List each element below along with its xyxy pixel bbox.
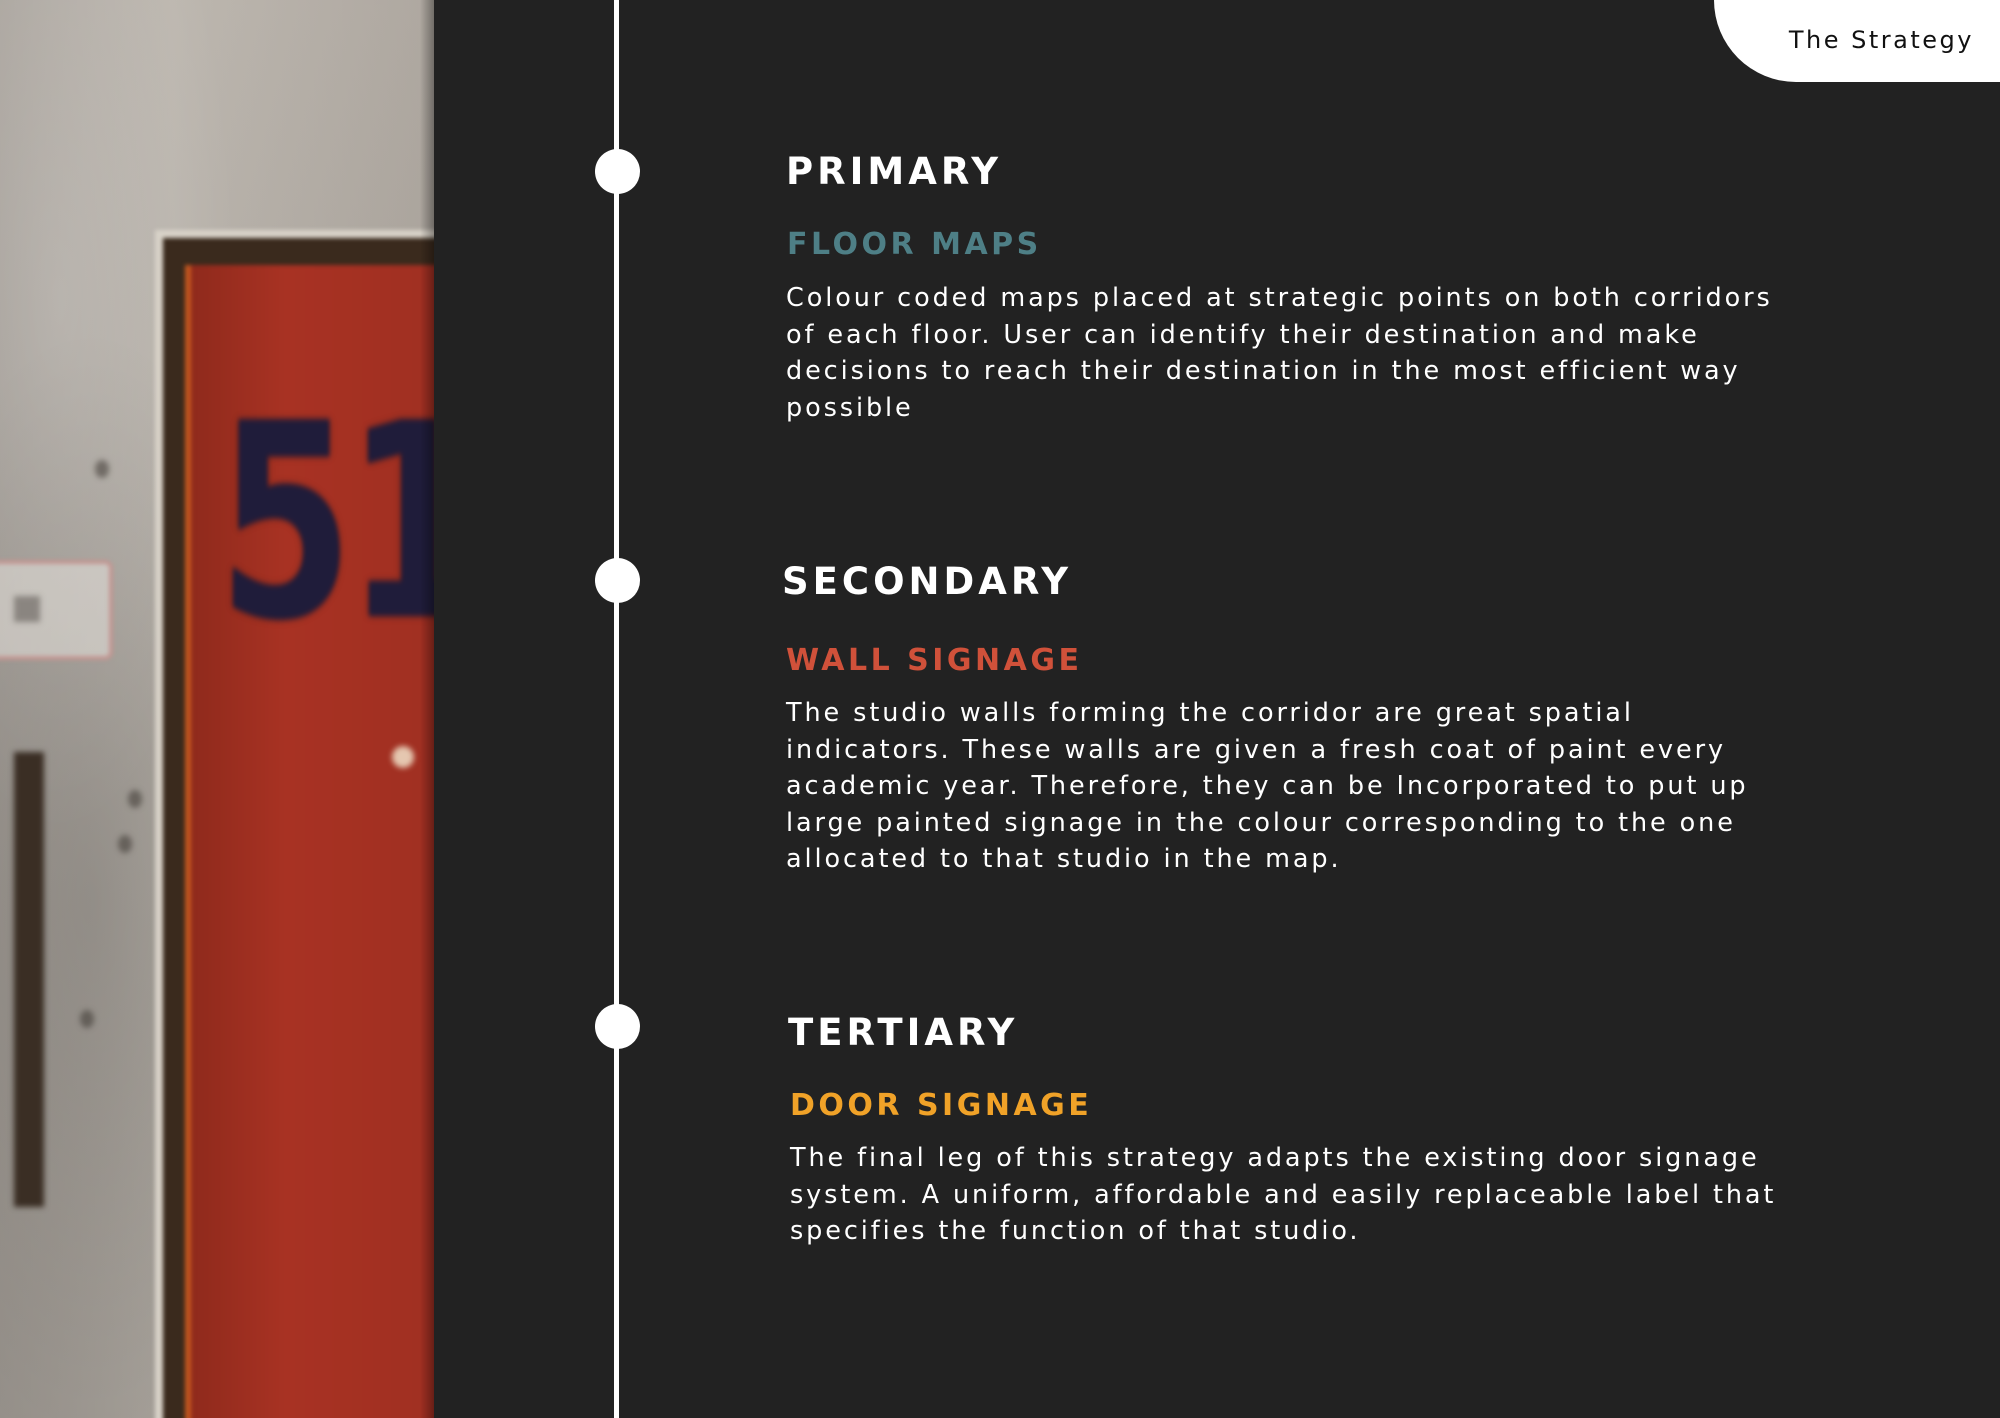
wall-mark xyxy=(118,835,132,853)
tier-title: PRIMARY xyxy=(786,150,1003,193)
section-tertiary: TERTIARY xyxy=(788,1014,1788,1051)
section-heading: WALL SIGNAGE xyxy=(786,643,1083,678)
section-heading: FLOOR MAPS xyxy=(787,227,1042,262)
timeline-dot-tertiary xyxy=(595,1004,640,1049)
wall-mark xyxy=(128,790,142,808)
timeline-dot-secondary xyxy=(595,558,640,603)
timeline-line xyxy=(614,0,619,1418)
section-secondary: SECONDARY xyxy=(782,563,1782,600)
section-body: The studio walls forming the corridor ar… xyxy=(786,698,1749,874)
section-body: Colour coded maps placed at strategic po… xyxy=(786,283,1773,423)
photo-edge-shadow xyxy=(420,0,434,1418)
door-photo: 51 xyxy=(0,0,434,1418)
section-primary: PRIMARY xyxy=(786,153,1786,190)
section-heading: DOOR SIGNAGE xyxy=(790,1088,1093,1123)
wall-mark xyxy=(95,460,109,478)
door-screw xyxy=(392,746,414,768)
wall-slot xyxy=(14,752,44,1207)
tier-title: TERTIARY xyxy=(788,1011,1019,1054)
wall-sign-mark xyxy=(14,596,40,622)
door-number: 51 xyxy=(218,365,434,680)
tier-title: SECONDARY xyxy=(782,560,1073,603)
section-tab: The Strategy xyxy=(1714,0,2000,82)
section-tab-label: The Strategy xyxy=(1788,26,1974,54)
section-body: The final leg of this strategy adapts th… xyxy=(790,1143,1777,1246)
wall-mark xyxy=(80,1010,94,1028)
timeline-dot-primary xyxy=(595,149,640,194)
